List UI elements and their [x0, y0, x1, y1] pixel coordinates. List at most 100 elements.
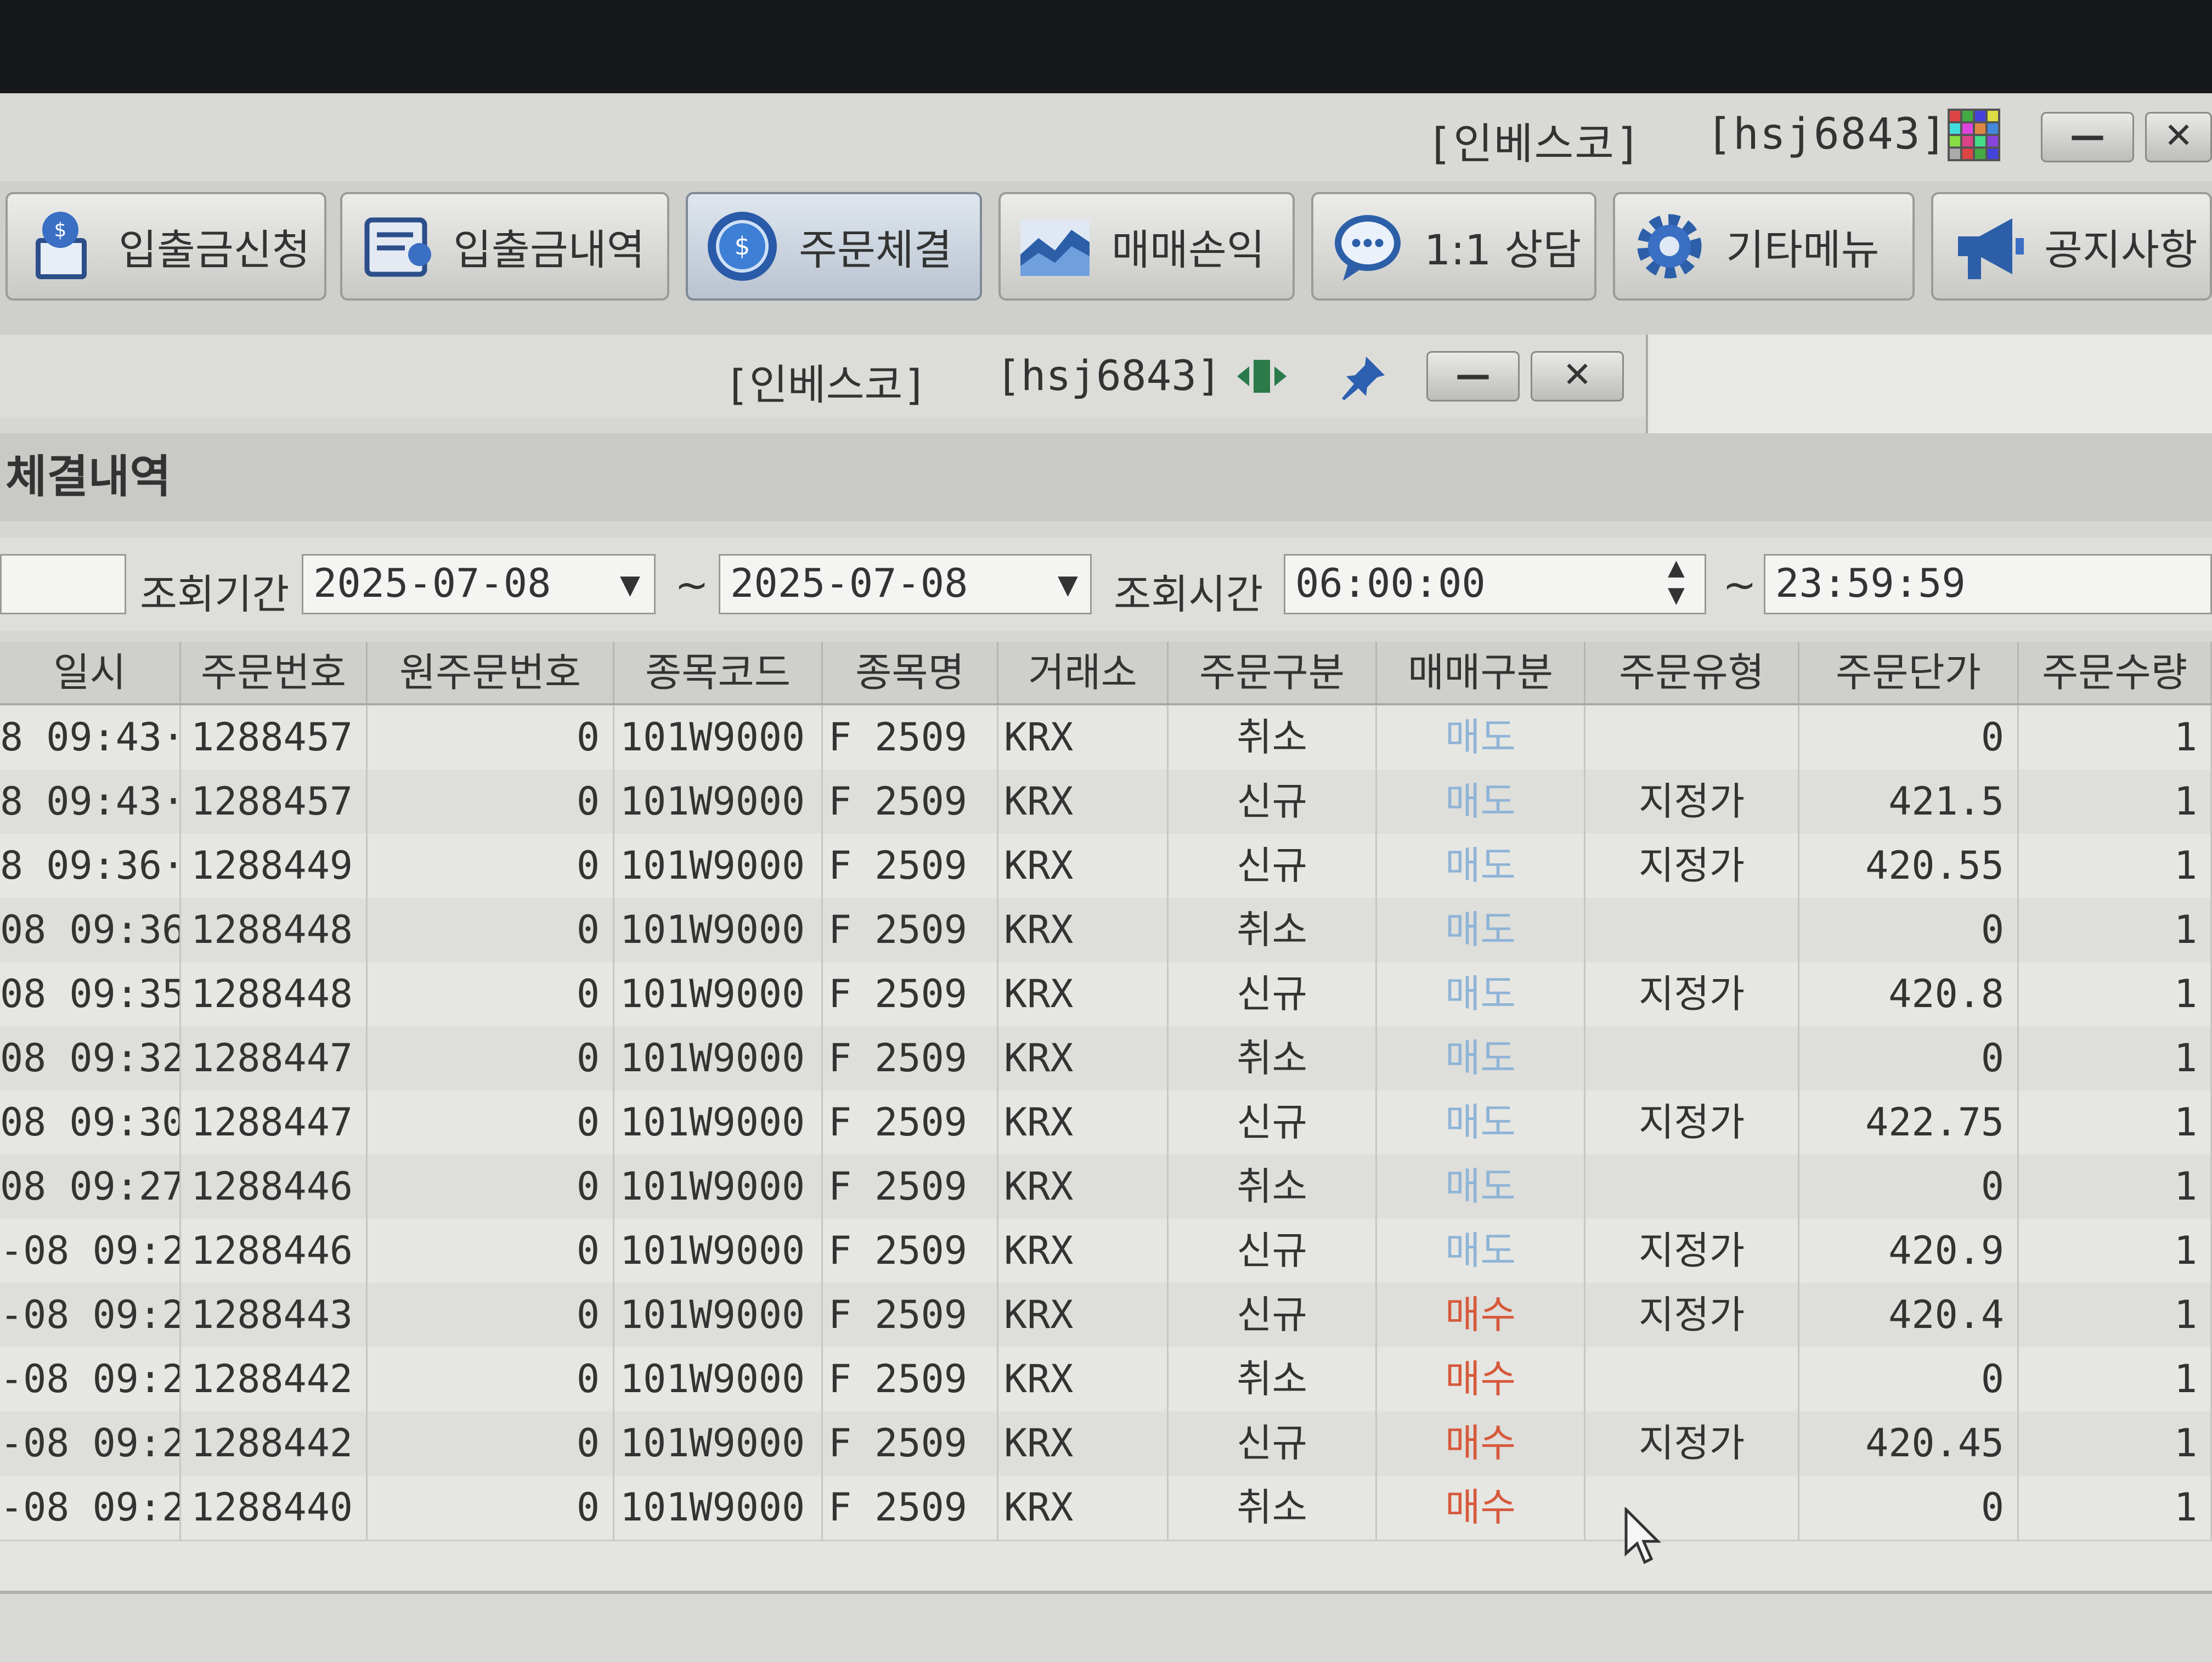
background-window-edge	[1646, 335, 2212, 444]
toolbar-other-menu[interactable]: 기타메뉴	[1613, 192, 1915, 301]
toolbar-deposit-history[interactable]: 입출금내역	[340, 192, 669, 301]
cell-datetime: 8 09:43···	[0, 705, 181, 770]
chevron-down-icon[interactable]: ▼	[620, 569, 640, 600]
cell-price: 0	[1799, 1347, 2019, 1411]
cell-order-no: 1288457	[181, 705, 368, 770]
cell-datetime: 08 09:35···	[0, 962, 181, 1026]
cell-side: 매수	[1377, 1411, 1585, 1476]
table-row[interactable]: -08 09:24···12884430101W9000F 2509KRX신규매…	[0, 1283, 2212, 1349]
cell-order-no: 1288446	[181, 1155, 368, 1219]
table-row[interactable]: -08 09:24···12884420101W9000F 2509KRX신규매…	[0, 1411, 2212, 1477]
col-symbol-name[interactable]: 종목명	[823, 642, 998, 703]
toolbar-trade-pnl[interactable]: 매매손익	[998, 192, 1295, 301]
cell-order-kind: 신규	[1169, 1283, 1377, 1347]
cell-orig-order-no: 0	[368, 1026, 614, 1090]
cell-order-no: 1288448	[181, 962, 368, 1026]
toolbar-notice[interactable]: 공지사항	[1931, 192, 2212, 301]
spinner-arrows-icon[interactable]: ▲ ▼	[1668, 554, 1685, 609]
table-row[interactable]: 8 09:43···12884570101W9000F 2509KRX취소매도0…	[0, 705, 2212, 771]
cell-orig-order-no: 0	[368, 1283, 614, 1347]
cell-symbol-name: F 2509	[823, 1476, 998, 1540]
cell-price: 422.75	[1799, 1090, 2019, 1155]
cell-side: 매수	[1377, 1283, 1585, 1347]
col-order-kind[interactable]: 주문구분	[1169, 642, 1377, 703]
app-close-button[interactable]: ✕	[2145, 112, 2212, 162]
cell-exchange: KRX	[998, 962, 1169, 1026]
cell-datetime: -08 09:24···	[0, 1411, 181, 1476]
order-window-close-button[interactable]: ✕	[1531, 351, 1624, 402]
cell-orig-order-no: 0	[368, 1476, 614, 1540]
cell-symbol-code: 101W9000	[614, 1219, 823, 1283]
cell-side: 매도	[1377, 834, 1585, 898]
cell-order-type: 지정가	[1585, 962, 1799, 1026]
table-row[interactable]: -08 09:24···12884400101W9000F 2509KRX취소매…	[0, 1476, 2212, 1541]
cell-symbol-code: 101W9000	[614, 834, 823, 898]
col-order-no[interactable]: 주문번호	[181, 642, 368, 703]
cell-exchange: KRX	[998, 898, 1169, 962]
time-to-spinner[interactable]: 23:59:59	[1764, 554, 2212, 614]
date-to-select[interactable]: 2025-07-08	[719, 554, 1092, 614]
cell-symbol-code: 101W9000	[614, 1026, 823, 1090]
col-exchange[interactable]: 거래소	[998, 642, 1169, 703]
cell-symbol-name: F 2509	[823, 705, 998, 770]
cell-datetime: -08 09:25···	[0, 1219, 181, 1283]
cell-exchange: KRX	[998, 1219, 1169, 1283]
order-window-titlebar: [인베스코] [hsj6843] — ✕	[0, 335, 1646, 417]
table-row[interactable]: 8 09:43···12884570101W9000F 2509KRX신규매도지…	[0, 770, 2212, 835]
cell-order-kind: 취소	[1169, 898, 1377, 962]
candle-icon[interactable]	[1237, 354, 1286, 398]
cell-symbol-code: 101W9000	[614, 962, 823, 1026]
col-order-type[interactable]: 주문유형	[1585, 642, 1799, 703]
cell-side: 매도	[1377, 1090, 1585, 1155]
col-symbol-code[interactable]: 종목코드	[614, 642, 823, 703]
table-row[interactable]: 08 09:35···12884480101W9000F 2509KRX신규매도…	[0, 962, 2212, 1028]
cell-orig-order-no: 0	[368, 962, 614, 1026]
cell-order-type: 지정가	[1585, 1283, 1799, 1347]
cell-datetime: -08 09:24···	[0, 1283, 181, 1347]
grid-menu-icon[interactable]	[1948, 109, 2000, 161]
cell-qty: 1	[2019, 962, 2212, 1026]
cell-symbol-name: F 2509	[823, 770, 998, 834]
col-side[interactable]: 매매구분	[1377, 642, 1585, 703]
filter-blank-field[interactable]	[0, 554, 126, 614]
cell-side: 매도	[1377, 705, 1585, 770]
cell-symbol-name: F 2509	[823, 1090, 998, 1155]
gear-icon	[1637, 214, 1702, 279]
cell-order-no: 1288448	[181, 898, 368, 962]
table-row[interactable]: 8 09:36···12884490101W9000F 2509KRX신규매도지…	[0, 834, 2212, 900]
table-row[interactable]: -08 09:25···12884460101W9000F 2509KRX신규매…	[0, 1219, 2212, 1285]
order-window-user: [hsj6843]	[996, 351, 1222, 400]
time-from-spinner[interactable]: 06:00:00	[1284, 554, 1706, 614]
cell-order-type: 지정가	[1585, 1219, 1799, 1283]
cell-price: 0	[1799, 1476, 2019, 1540]
cell-qty: 1	[2019, 1026, 2212, 1090]
time-label: 조회시간	[1114, 571, 1263, 618]
date-to-value: 2025-07-08	[730, 560, 968, 606]
table-row[interactable]: 08 09:32···12884470101W9000F 2509KRX취소매도…	[0, 1026, 2212, 1092]
chevron-down-icon[interactable]: ▼	[1058, 569, 1078, 600]
table-row[interactable]: 08 09:36···12884480101W9000F 2509KRX취소매도…	[0, 898, 2212, 964]
table-row[interactable]: 08 09:27···12884460101W9000F 2509KRX취소매도…	[0, 1155, 2212, 1220]
mouse-cursor-icon	[1624, 1507, 1662, 1564]
col-qty[interactable]: 주문수량	[2019, 642, 2212, 703]
table-header: 일시 주문번호 원주문번호 종목코드 종목명 거래소 주문구분 매매구분 주문유…	[0, 642, 2212, 705]
cell-order-type: 지정가	[1585, 1411, 1799, 1476]
toolbar-deposit-request[interactable]: $ 입출금신청	[5, 192, 326, 301]
toolbar-consultation[interactable]: 1:1 상담	[1311, 192, 1596, 301]
order-window-minimize-button[interactable]: —	[1426, 351, 1520, 402]
tilde-separator: ~	[1723, 562, 1757, 609]
date-from-select[interactable]: 2025-07-08	[302, 554, 656, 614]
table-row[interactable]: 08 09:30···12884470101W9000F 2509KRX신규매도…	[0, 1090, 2212, 1156]
cell-order-no: 1288440	[181, 1476, 368, 1540]
pin-icon[interactable]	[1339, 353, 1388, 400]
app-minimize-button[interactable]: —	[2041, 112, 2134, 162]
cell-qty: 1	[2019, 1347, 2212, 1411]
history-icon	[364, 217, 431, 277]
col-datetime[interactable]: 일시	[0, 642, 181, 703]
app-title-company: [인베스코]	[1426, 120, 1642, 169]
table-row[interactable]: -08 09:24···12884420101W9000F 2509KRX취소매…	[0, 1347, 2212, 1413]
col-price[interactable]: 주문단가	[1799, 642, 2019, 703]
toolbar-order-execution[interactable]: $ 주문체결	[686, 192, 982, 301]
col-orig-order-no[interactable]: 원주문번호	[368, 642, 614, 703]
chat-icon	[1335, 215, 1401, 281]
